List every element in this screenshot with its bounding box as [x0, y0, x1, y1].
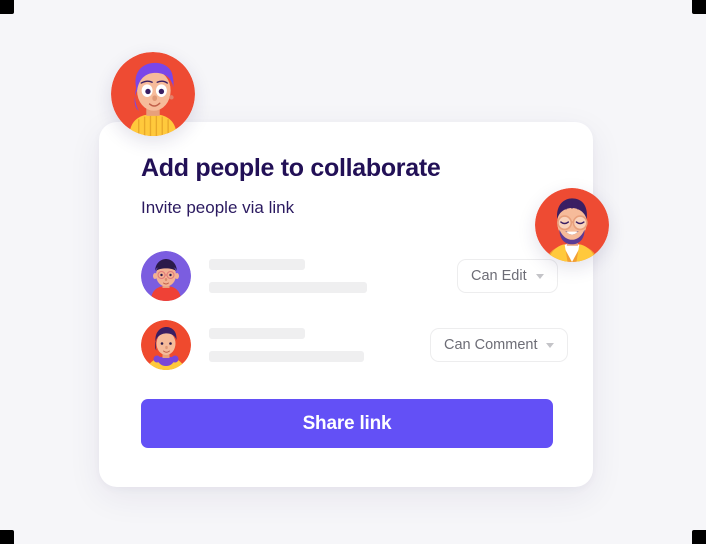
page-corner-marker-bottom-left: [0, 530, 14, 544]
card-subtitle: Invite people via link: [141, 198, 295, 217]
avatar-man-glasses-beard: [535, 188, 609, 262]
page-corner-marker-top-left: [0, 0, 14, 14]
avatar: [141, 320, 191, 370]
avatar-person-purple-hair-icon: [141, 320, 191, 370]
permission-dropdown-label-0: Can Edit: [471, 268, 527, 284]
avatar-man-glasses-beard-icon: [535, 188, 609, 262]
skeleton-line-name: [209, 328, 305, 339]
page-corner-marker-top-right: [692, 0, 706, 14]
permission-dropdown-0[interactable]: Can Edit: [457, 259, 558, 293]
avatar-person-glasses-red-shirt-icon: [141, 251, 191, 301]
chevron-down-icon: [535, 273, 544, 279]
page-title: Add people to collaborate: [141, 154, 441, 182]
skeleton-line-detail: [209, 282, 367, 293]
avatar-woman-purple-hair: [111, 52, 195, 136]
skeleton-line-detail: [209, 351, 364, 362]
permission-dropdown-1[interactable]: Can Comment: [430, 328, 569, 362]
add-people-card: Add people to collaborate Invite people …: [99, 122, 593, 487]
page-corner-marker-bottom-right: [692, 530, 706, 544]
chevron-down-icon: [546, 342, 555, 348]
avatar-woman-purple-hair-icon: [111, 52, 195, 136]
permission-dropdown-label-1: Can Comment: [444, 337, 538, 353]
skeleton-line-name: [209, 259, 305, 270]
share-link-button[interactable]: Share link: [141, 399, 553, 448]
avatar: [141, 251, 191, 301]
